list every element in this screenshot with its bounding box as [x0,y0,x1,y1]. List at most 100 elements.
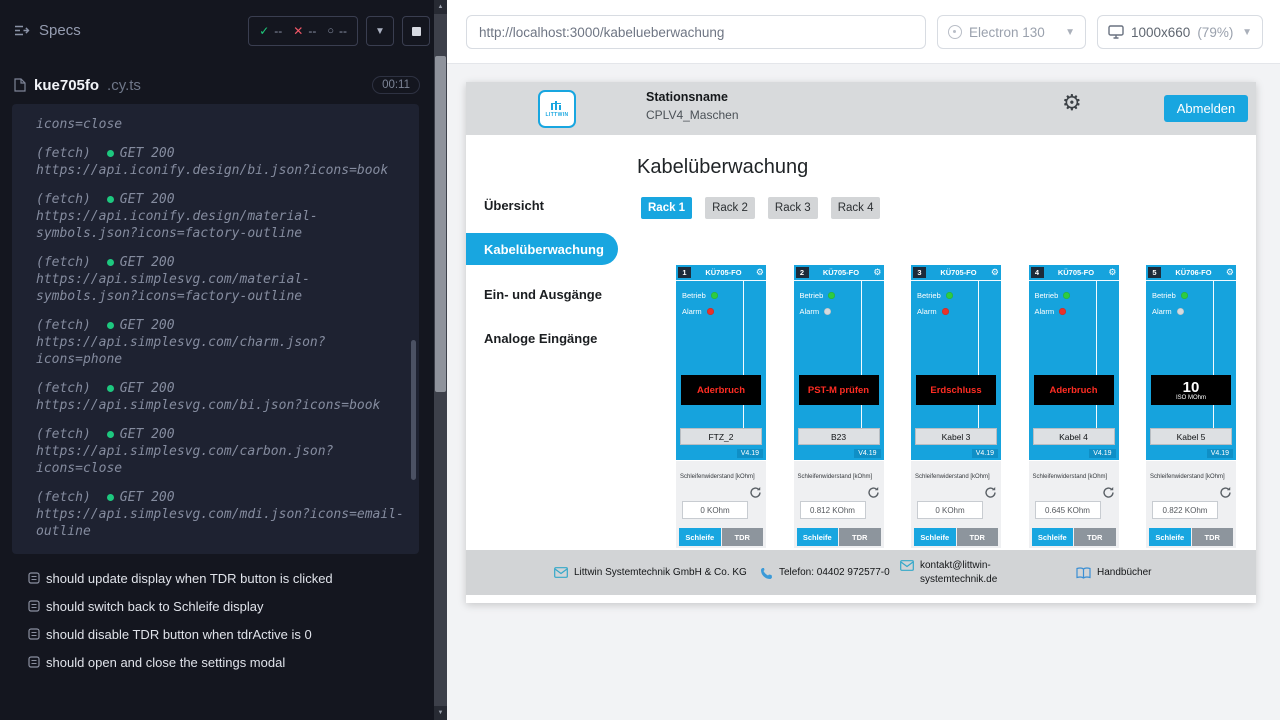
spec-duration: 00:11 [372,76,420,94]
spec-filename: kue705fo [34,77,99,94]
footer-email[interactable]: kontakt@littwin-systemtechnik.de [900,559,1042,586]
schleife-button[interactable]: Schleife [797,528,839,546]
station-label: Stationsname [646,90,739,104]
scroll-up-arrow[interactable]: ▲ [434,0,447,14]
tdr-button[interactable]: TDR [722,528,764,546]
http-status: GET 200 [120,254,175,271]
reporter-scrollbar[interactable]: ▲ ▼ [434,0,447,720]
http-status: GET 200 [120,426,175,443]
log-entry[interactable]: (fetch)GET 200 https://api.iconify.desig… [36,191,405,242]
firmware-version: V4.19 [1207,449,1233,458]
footer-phone[interactable]: Telefon: 04402 972577-0 [760,566,894,580]
log-entry[interactable]: icons=close [36,116,405,133]
http-status: GET 200 [120,317,175,334]
browser-select[interactable]: Electron 130 ▼ [937,15,1086,49]
app-footer: Littwin Systemtechnik GmbH & Co. KG Tele… [466,550,1256,595]
tdr-button[interactable]: TDR [957,528,999,546]
betrieb-label: Betrieb [1035,291,1059,300]
tdr-button[interactable]: TDR [1074,528,1116,546]
specs-list-icon [14,24,30,37]
betrieb-led [711,292,718,299]
firmware-version: V4.19 [1089,449,1115,458]
log-entry[interactable]: (fetch)GET 200 https://api.simplesvg.com… [36,380,405,414]
tab-rack-3[interactable]: Rack 3 [768,197,818,219]
sidebar-item-kabelueberwachung[interactable]: Kabelüberwachung [466,233,618,265]
schleife-button[interactable]: Schleife [914,528,956,546]
card-gear-icon[interactable]: ⚙ [756,268,764,277]
schleife-button[interactable]: Schleife [1032,528,1074,546]
refresh-icon[interactable] [984,486,997,499]
log-entry[interactable]: (fetch)GET 200 https://api.iconify.desig… [36,145,405,179]
resistance-value: 0.822 KOhm [1152,501,1218,519]
card-number-badge: 5 [1148,267,1161,278]
card-model-label: KÜ705-FO [1046,268,1107,277]
cable-name: Kabel 5 [1150,428,1232,445]
viewport-zoom: (79%) [1197,25,1233,40]
cable-name: FTZ_2 [680,428,762,445]
card-gear-icon[interactable]: ⚙ [991,268,999,277]
refresh-icon[interactable] [1102,486,1115,499]
browser-area: Electron 130 ▼ 1000x660 (79%) ▼ LITTWIN … [447,0,1280,720]
card-gear-icon[interactable]: ⚙ [1226,268,1234,277]
viewport-control[interactable]: 1000x660 (79%) ▼ [1097,15,1263,49]
refresh-icon[interactable] [1219,486,1232,499]
device-card-5: 5 KÜ706-FO ⚙ Betrieb Alarm 10 ISO MOhm K… [1146,265,1236,548]
measurement-label: Schleifenwiderstand [kOhm] [798,474,882,480]
circle-icon: ○ [327,25,334,37]
logout-button[interactable]: Abmelden [1164,95,1248,122]
schleife-button[interactable]: Schleife [1149,528,1191,546]
tdr-button[interactable]: TDR [839,528,881,546]
tdr-button[interactable]: TDR [1192,528,1234,546]
alarm-led [707,308,714,315]
test-case[interactable]: should update display when TDR button is… [0,564,434,592]
test-stats[interactable]: ✓-- ✕-- ○-- [248,16,358,46]
card-model-label: KÜ706-FO [1163,268,1224,277]
log-entry[interactable]: (fetch)GET 200 https://api.simplesvg.com… [36,489,405,540]
tab-rack-1[interactable]: Rack 1 [641,197,692,219]
log-entry[interactable]: (fetch)GET 200 https://api.simplesvg.com… [36,254,405,305]
firmware-version: V4.19 [972,449,998,458]
measurement-label: Schleifenwiderstand [kOhm] [680,474,764,480]
schleife-button[interactable]: Schleife [679,528,721,546]
spec-file-row[interactable]: kue705fo.cy.ts 00:11 [14,72,420,98]
log-scrollbar-thumb[interactable] [411,340,416,480]
betrieb-label: Betrieb [800,291,824,300]
log-entry[interactable]: (fetch)GET 200 https://api.simplesvg.com… [36,317,405,368]
card-gear-icon[interactable]: ⚙ [873,268,881,277]
footer-handbooks[interactable]: Handbücher [1076,566,1151,580]
specs-menu[interactable]: Specs [14,22,81,39]
url-input[interactable] [466,15,926,49]
fetch-label: (fetch) [36,317,91,334]
http-status: GET 200 [120,145,175,162]
scroll-down-arrow[interactable]: ▼ [434,706,447,720]
footer-company[interactable]: Littwin Systemtechnik GmbH & Co. KG [554,566,754,580]
collapse-button[interactable]: ▼ [366,16,394,46]
card-gear-icon[interactable]: ⚙ [1108,268,1116,277]
refresh-icon[interactable] [749,486,762,499]
stop-button[interactable] [402,16,430,46]
log-entry[interactable]: (fetch)GET 200 https://api.simplesvg.com… [36,426,405,477]
test-title: should disable TDR button when tdrActive… [46,627,312,642]
settings-gear-icon[interactable]: ⚙ [1062,92,1082,114]
http-status: GET 200 [120,489,175,506]
alarm-led [942,308,949,315]
test-case[interactable]: should disable TDR button when tdrActive… [0,620,434,648]
reporter-header: Specs ✓-- ✕-- ○-- ▼ [0,0,434,62]
refresh-icon[interactable] [867,486,880,499]
sidebar-item-ein-und-ausgaenge[interactable]: Ein- und Ausgänge [466,281,618,307]
tab-rack-4[interactable]: Rack 4 [831,197,881,219]
scrollbar-thumb[interactable] [435,56,446,392]
status-dot-icon [107,385,114,392]
sidebar-item-analoge-eingaenge[interactable]: Analoge Eingänge [466,325,618,351]
test-case[interactable]: should open and close the settings modal [0,648,434,676]
status-display: 10 ISO MOhm [1151,375,1231,405]
tab-rack-2[interactable]: Rack 2 [705,197,755,219]
browser-name: Electron 130 [969,25,1045,40]
alarm-label: Alarm [917,307,937,316]
test-list: should update display when TDR button is… [0,564,434,676]
alarm-led [1059,308,1066,315]
sidebar-item-uebersicht[interactable]: Übersicht [466,192,618,218]
firmware-version: V4.19 [737,449,763,458]
test-case[interactable]: should switch back to Schleife display [0,592,434,620]
alarm-led [1177,308,1184,315]
